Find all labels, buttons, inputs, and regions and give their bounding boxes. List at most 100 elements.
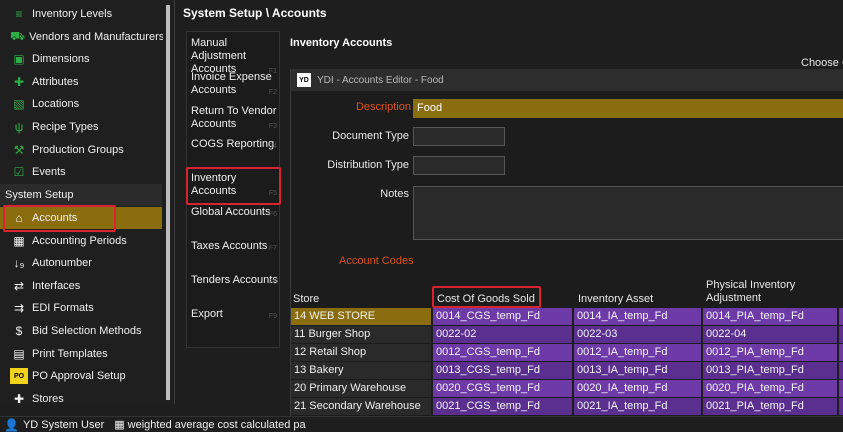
account-cell[interactable]: 0022-02	[433, 326, 572, 343]
status-user: YD System User	[22, 418, 105, 431]
sidebar-item-label: Vendors and Manufacturers	[29, 30, 165, 43]
nav-item-label: Inventory Accounts	[191, 172, 237, 197]
sidebar-item-bid-selection-methods[interactable]: $ Bid Selection Methods	[0, 320, 162, 342]
grid-header-store[interactable]: Store	[293, 293, 319, 306]
store-cell[interactable]: 12 Retail Shop	[291, 344, 431, 361]
distribution-type-field[interactable]	[413, 156, 505, 175]
document-type-field[interactable]	[413, 127, 505, 146]
table-row[interactable]: 13 Bakery 0013_CGS_temp_Fd 0013_IA_temp_Fd…	[291, 362, 843, 380]
nav-item-taxes-accounts[interactable]: Taxes Accounts F7	[189, 240, 279, 253]
sidebar-item-production-groups[interactable]: ⚒ Production Groups	[0, 139, 162, 161]
account-cell[interactable]: 0013_CGS_temp_Fd	[433, 362, 572, 379]
notes-field[interactable]	[413, 186, 843, 240]
sidebar-item-label: Attributes	[32, 75, 79, 88]
account-cell[interactable]: 0014_CGS_temp_Fd	[433, 308, 572, 325]
distribution-type-label: Distribution Type	[327, 159, 409, 171]
nav-item-global-accounts[interactable]: Global Accounts F6	[189, 206, 279, 219]
nav-item-return-to-vendor-accounts[interactable]: Return To Vendor Accounts F3	[189, 105, 279, 131]
nav-item-label: Export	[191, 308, 223, 320]
truck-icon: ⛟	[10, 28, 26, 43]
grid-header-cogs[interactable]: Cost Of Goods Sold	[437, 293, 535, 306]
accounts-nav: Manual Adjustment Accounts F1 Invoice Expe…	[186, 31, 280, 348]
nav-item-invoice-expense-accounts[interactable]: Invoice Expense Accounts F2	[189, 71, 279, 97]
account-cell[interactable]: 0020_CGS_temp_Fd	[433, 380, 572, 397]
store-cell[interactable]: 13 Bakery	[291, 362, 431, 379]
nav-item-label: Global Accounts	[191, 206, 271, 218]
overflow-cell	[839, 326, 843, 343]
account-cell[interactable]: 0012_PIA_temp_Fd	[703, 344, 837, 361]
grid-header-inventory-asset[interactable]: Inventory Asset	[578, 293, 653, 306]
store-cell[interactable]: 20 Primary Warehouse	[291, 380, 431, 397]
sidebar-item-label: Production Groups	[32, 143, 124, 156]
sidebar-item-label: Dimensions	[32, 53, 90, 66]
account-cell[interactable]: 0021_CGS_temp_Fd	[433, 398, 572, 415]
nav-item-fkey: F5	[268, 190, 277, 197]
sidebar-item-events[interactable]: ☑ Events	[0, 161, 162, 183]
sidebar-item-label: Bid Selection Methods	[32, 325, 142, 337]
sidebar-item-accounting-periods[interactable]: ▦ Accounting Periods	[0, 230, 162, 252]
sidebar-item-autonumber[interactable]: ↓₉ Autonumber	[0, 252, 162, 274]
table-row[interactable]: 21 Secondary Warehouse 0021_CGS_temp_Fd 00…	[291, 398, 843, 416]
hammer-icon: ⚒	[13, 142, 25, 157]
grid-header-physical-inventory-adjustment[interactable]: Physical Inventory Adjustment	[706, 279, 826, 305]
account-cell[interactable]: 0012_IA_temp_Fd	[574, 344, 701, 361]
table-row[interactable]: 11 Burger Shop 0022-02 0022-03 0022-04	[291, 326, 843, 344]
sidebar-item-attributes[interactable]: ✚ Attributes	[0, 71, 162, 93]
editor-title: YDI - Accounts Editor - Food	[317, 74, 444, 86]
sidebar-scrollbar[interactable]	[163, 0, 173, 404]
account-cell[interactable]: 0013_PIA_temp_Fd	[703, 362, 837, 379]
sidebar-item-locations[interactable]: ▧ Locations	[0, 93, 162, 115]
table-row[interactable]: 12 Retail Shop 0012_CGS_temp_Fd 0012_IA_te…	[291, 344, 843, 362]
sidebar-item-edi-formats[interactable]: ⇉ EDI Formats	[0, 297, 162, 319]
sidebar-scrollbar-thumb[interactable]	[166, 5, 170, 400]
account-cell[interactable]: 0014_IA_temp_Fd	[574, 308, 701, 325]
yd-logo: YD	[297, 73, 311, 87]
sidebar-item-interfaces[interactable]: ⇄ Interfaces	[0, 275, 162, 297]
sidebar-item-label: Locations	[32, 98, 80, 111]
sidebar-item-label: Accounts	[32, 212, 78, 224]
sidebar-item-stores[interactable]: ✚ Stores	[0, 388, 162, 404]
nav-item-tenders-accounts[interactable]: Tenders Accounts F8	[189, 274, 279, 287]
store-cell[interactable]: 14 WEB STORE	[291, 308, 431, 325]
nav-item-cogs-reporting[interactable]: COGS Reporting F4	[189, 138, 279, 151]
calendar-check-icon: ☑	[13, 165, 25, 180]
sidebar-item-label: Print Templates	[32, 347, 108, 360]
description-field[interactable]: Food	[413, 99, 843, 118]
account-cell[interactable]: 0014_PIA_temp_Fd	[703, 308, 837, 325]
choose-label: Choose C	[801, 57, 843, 69]
account-codes-label: Account Codes	[339, 255, 414, 267]
editor-titlebar[interactable]: YD YDI - Accounts Editor - Food	[291, 69, 843, 91]
dollar-icon: $	[15, 324, 23, 338]
edi-icon: ⇉	[13, 301, 25, 316]
table-row[interactable]: 20 Primary Warehouse 0020_CGS_temp_Fd 0020…	[291, 380, 843, 398]
store-cell[interactable]: 11 Burger Shop	[291, 326, 431, 343]
sidebar-item-recipe-types[interactable]: ψ Recipe Types	[0, 116, 162, 138]
account-cell[interactable]: 0021_IA_temp_Fd	[574, 398, 701, 415]
sidebar-item-print-templates[interactable]: ▤ Print Templates	[0, 343, 162, 365]
notes-label: Notes	[380, 188, 409, 200]
sidebar-section-system-setup: System Setup	[0, 184, 162, 206]
nav-item-export[interactable]: Export F9	[189, 308, 279, 321]
table-row[interactable]: 14 WEB STORE 0014_CGS_temp_Fd 0014_IA_temp…	[291, 308, 843, 326]
nav-item-fkey: F8	[268, 279, 277, 286]
sidebar-item-label: Recipe Types	[32, 121, 99, 133]
sidebar-item-vendors-and-manufacturers[interactable]: ⛟ Vendors and Manufacturers	[0, 26, 165, 48]
sidebar-item-accounts[interactable]: ⌂ Accounts	[0, 207, 162, 229]
sidebar-item-label: Accounting Periods	[32, 234, 127, 247]
account-cell[interactable]: 0021_PIA_temp_Fd	[703, 398, 837, 415]
account-cell[interactable]: 0012_CGS_temp_Fd	[433, 344, 572, 361]
nav-item-fkey: F2	[268, 89, 277, 96]
sidebar-item-po-approval-setup[interactable]: PO PO Approval Setup	[0, 365, 162, 387]
calculator-icon: ▦	[114, 419, 125, 431]
nav-item-inventory-accounts[interactable]: Inventory Accounts F5	[189, 172, 279, 198]
account-cell[interactable]: 0013_IA_temp_Fd	[574, 362, 701, 379]
page-title: System Setup \ Accounts	[183, 6, 327, 20]
nav-item-label: Tenders Accounts	[191, 274, 278, 286]
store-cell[interactable]: 21 Secondary Warehouse	[291, 398, 431, 415]
account-cell[interactable]: 0020_IA_temp_Fd	[574, 380, 701, 397]
sidebar-item-inventory-levels[interactable]: ≡ Inventory Levels	[0, 3, 162, 25]
sidebar-item-dimensions[interactable]: ▣ Dimensions	[0, 48, 162, 70]
account-cell[interactable]: 0022-04	[703, 326, 837, 343]
account-cell[interactable]: 0020_PIA_temp_Fd	[703, 380, 837, 397]
account-cell[interactable]: 0022-03	[574, 326, 701, 343]
